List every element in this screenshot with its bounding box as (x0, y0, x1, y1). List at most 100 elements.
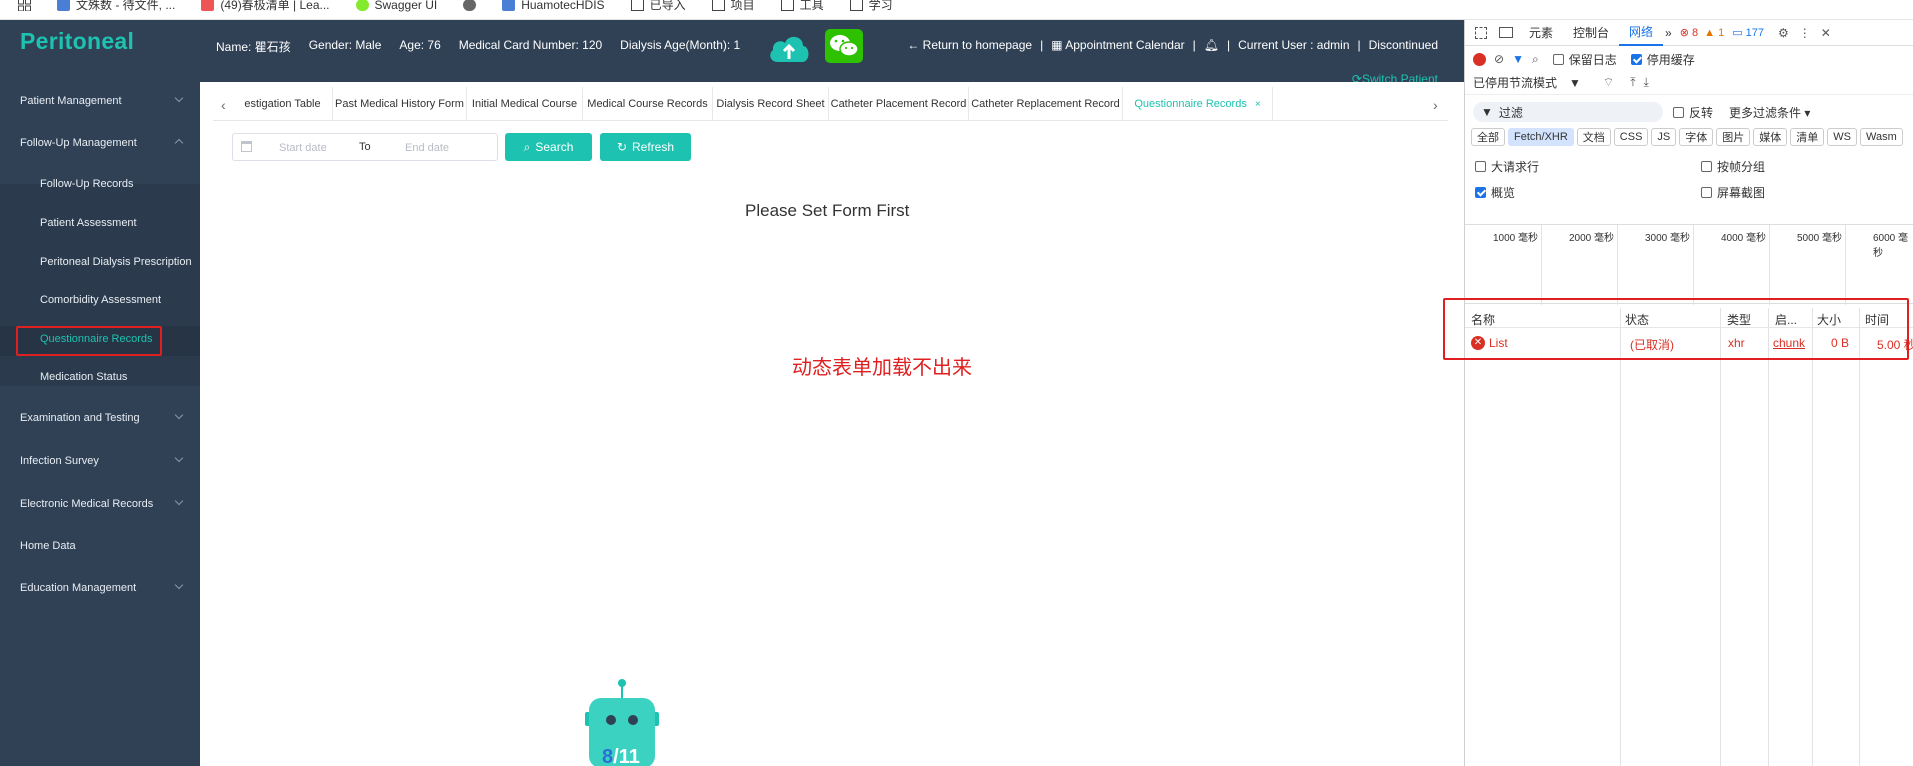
close-icon[interactable]: × (1255, 99, 1261, 110)
type-filter-js[interactable]: JS (1651, 128, 1677, 146)
invert-checkbox[interactable]: 反转 (1673, 104, 1713, 121)
bookmark-folder[interactable]: 学习 (849, 0, 893, 13)
disable-cache-checkbox[interactable]: 停用缓存 (1630, 51, 1695, 68)
bookmark-item[interactable]: 文殊数 - 待文件, ... (57, 0, 175, 13)
upload-icon[interactable]: ⤒ (1630, 75, 1635, 90)
patient-age: Age: 76 (399, 38, 441, 52)
devtools-tab-elements[interactable]: 元素 (1519, 20, 1563, 46)
type-filter-img[interactable]: 图片 (1716, 128, 1751, 146)
bookmark-item[interactable]: HuamotecHDIS (502, 0, 605, 12)
search-icon[interactable]: ⌕ (1532, 52, 1539, 67)
type-filter-wasm[interactable]: Wasm (1860, 128, 1903, 146)
inspect-icon[interactable] (1475, 26, 1487, 39)
device-toggle-icon[interactable] (1499, 27, 1513, 38)
date-range-picker[interactable]: Start date To End date (232, 133, 498, 161)
type-filter-fetch-xhr[interactable]: Fetch/XHR (1508, 128, 1574, 146)
bookmark-folder[interactable]: 工具 (780, 0, 824, 13)
devtools-tabbar: 元素 控制台 网络 » ⊗ 8 ▲ 1 ▭ 177 ⚙ ⋮ ✕ (1465, 20, 1913, 46)
type-filter-css[interactable]: CSS (1613, 128, 1649, 146)
chevron-right-icon[interactable]: › (1433, 97, 1438, 113)
bookmark-item[interactable]: Swagger UI (355, 0, 437, 12)
type-filter-doc[interactable]: 文档 (1576, 128, 1611, 146)
overview-checkbox[interactable]: 概览 (1475, 184, 1515, 201)
sidebar-item-follow-up-records[interactable]: Follow-Up Records (0, 169, 200, 199)
sidebar-item-patient-assessment[interactable]: Patient Assessment (0, 208, 200, 238)
type-filter-ws[interactable]: WS (1827, 128, 1857, 146)
download-icon[interactable]: ⤓ (1644, 75, 1649, 90)
switch-patient-link[interactable]: ⟳Switch Patient (1352, 70, 1438, 82)
filter-row: ▼ 过滤 反转 更多过滤条件 ▾ (1465, 100, 1913, 124)
tab-medical-course-records[interactable]: Medical Course Records (583, 87, 713, 121)
sidebar-item-home-data[interactable]: Home Data (0, 531, 200, 561)
network-overview-timeline[interactable]: 1000 毫秒 2000 毫秒 3000 毫秒 4000 毫秒 5000 毫秒 … (1465, 224, 1913, 305)
chevron-down-icon (174, 496, 184, 506)
apps-icon[interactable] (18, 0, 31, 11)
wifi-icon[interactable]: ⌔ (1603, 75, 1614, 90)
wechat-icon[interactable] (825, 29, 863, 63)
large-rows-checkbox[interactable]: 大请求行 (1475, 158, 1539, 175)
sidebar-item-electronic-medical-records[interactable]: Electronic Medical Records (0, 489, 200, 519)
cloud-upload-icon[interactable] (766, 30, 812, 66)
return-home-link[interactable]: ← Return to homepage (907, 38, 1032, 52)
type-filter-manifest[interactable]: 清单 (1790, 128, 1825, 146)
more-filters-dropdown[interactable]: 更多过滤条件 ▾ (1729, 104, 1810, 121)
gear-icon[interactable]: ⚙ (1778, 26, 1789, 40)
tab-past-medical-history[interactable]: Past Medical History Form (333, 87, 467, 121)
devtools-tab-network[interactable]: 网络 (1619, 20, 1664, 46)
devtools-tab-console[interactable]: 控制台 (1563, 20, 1619, 46)
message-count[interactable]: ▭ 177 (1732, 26, 1764, 39)
search-button[interactable]: ⌕ Search (505, 133, 592, 161)
bookmark-folder[interactable]: 项目 (711, 0, 755, 13)
clear-icon[interactable]: ⊘ (1494, 52, 1504, 66)
filter-icon: ▼ (1481, 105, 1493, 119)
sidebar-item-medication-status[interactable]: Medication Status (0, 362, 200, 392)
folder-icon (630, 0, 644, 11)
start-date-input[interactable]: Start date (279, 142, 327, 154)
type-filter-font[interactable]: 字体 (1679, 128, 1714, 146)
caret-down-icon: ▼ (1569, 76, 1581, 90)
filter-icon[interactable]: ▼ (1512, 52, 1524, 66)
sidebar-item-examination-testing[interactable]: Examination and Testing (0, 403, 200, 433)
bookmark-item[interactable] (463, 0, 477, 11)
filter-input[interactable]: ▼ 过滤 (1473, 102, 1663, 122)
robot-assistant-icon[interactable]: 8/11 (583, 678, 661, 766)
throttle-select[interactable]: 已停用节流模式 ▼ (1473, 74, 1581, 91)
sidebar-item-infection-survey[interactable]: Infection Survey (0, 446, 200, 476)
tab-dialysis-record-sheet[interactable]: Dialysis Record Sheet (713, 87, 829, 121)
record-stop-icon[interactable] (1473, 52, 1486, 66)
end-date-input[interactable]: End date (405, 142, 449, 154)
tab-catheter-placement-record[interactable]: Catheter Placement Record (829, 87, 969, 121)
tab-catheter-replacement-record[interactable]: Catheter Replacement Record (969, 87, 1123, 121)
tab-questionnaire-records[interactable]: Questionnaire Records × (1123, 87, 1273, 121)
network-toolbar-secondary: 已停用节流模式 ▼ ⌔ ⤒ ⤓ (1465, 71, 1913, 95)
screenshots-checkbox[interactable]: 屏幕截图 (1701, 184, 1765, 201)
type-filter-media[interactable]: 媒体 (1753, 128, 1788, 146)
kebab-menu-icon[interactable]: ⋮ (1799, 26, 1811, 40)
appointment-calendar-link[interactable]: ▦ Appointment Calendar (1051, 38, 1184, 52)
discontinued-link[interactable]: Discontinued (1369, 38, 1438, 52)
preserve-log-checkbox[interactable]: 保留日志 (1552, 51, 1617, 68)
error-icon: ⊗ (1679, 27, 1693, 39)
bookmark-item[interactable]: (49)春极清单 | Lea... (201, 0, 330, 13)
bell-icon[interactable]: 🔔︎ (1204, 38, 1219, 52)
bookmark-folder[interactable]: 已导入 (630, 0, 686, 13)
sidebar-item-follow-up-management[interactable]: Follow-Up Management (0, 128, 200, 158)
close-icon[interactable]: ✕ (1821, 26, 1831, 40)
timeline-tick: 2000 毫秒 (1569, 233, 1615, 244)
header-actions: ← Return to homepage | ▦ Appointment Cal… (907, 38, 1438, 52)
app-logo: Peritoneal (20, 28, 135, 54)
sidebar-item-comorbidity-assessment[interactable]: Comorbidity Assessment (0, 285, 200, 315)
tab-investigation-table[interactable]: estigation Table (233, 87, 333, 121)
more-tabs-icon[interactable]: » (1665, 26, 1672, 40)
error-count[interactable]: ⊗ 8 (1680, 26, 1698, 39)
robot-page-badge: 8/11 (602, 746, 640, 766)
sidebar-item-pd-prescription[interactable]: Peritoneal Dialysis Prescription (0, 247, 200, 277)
sidebar-item-patient-management[interactable]: Patient Management (0, 86, 200, 116)
group-by-frame-checkbox[interactable]: 按帧分组 (1701, 158, 1765, 175)
warning-count[interactable]: ▲ 1 (1704, 27, 1724, 39)
refresh-button[interactable]: ↻ Refresh (600, 133, 691, 161)
tab-initial-medical-course[interactable]: Initial Medical Course (467, 87, 583, 121)
chevron-left-icon[interactable]: ‹ (221, 97, 226, 113)
sidebar-item-education-management[interactable]: Education Management (0, 573, 200, 603)
type-filter-all[interactable]: 全部 (1471, 128, 1505, 146)
